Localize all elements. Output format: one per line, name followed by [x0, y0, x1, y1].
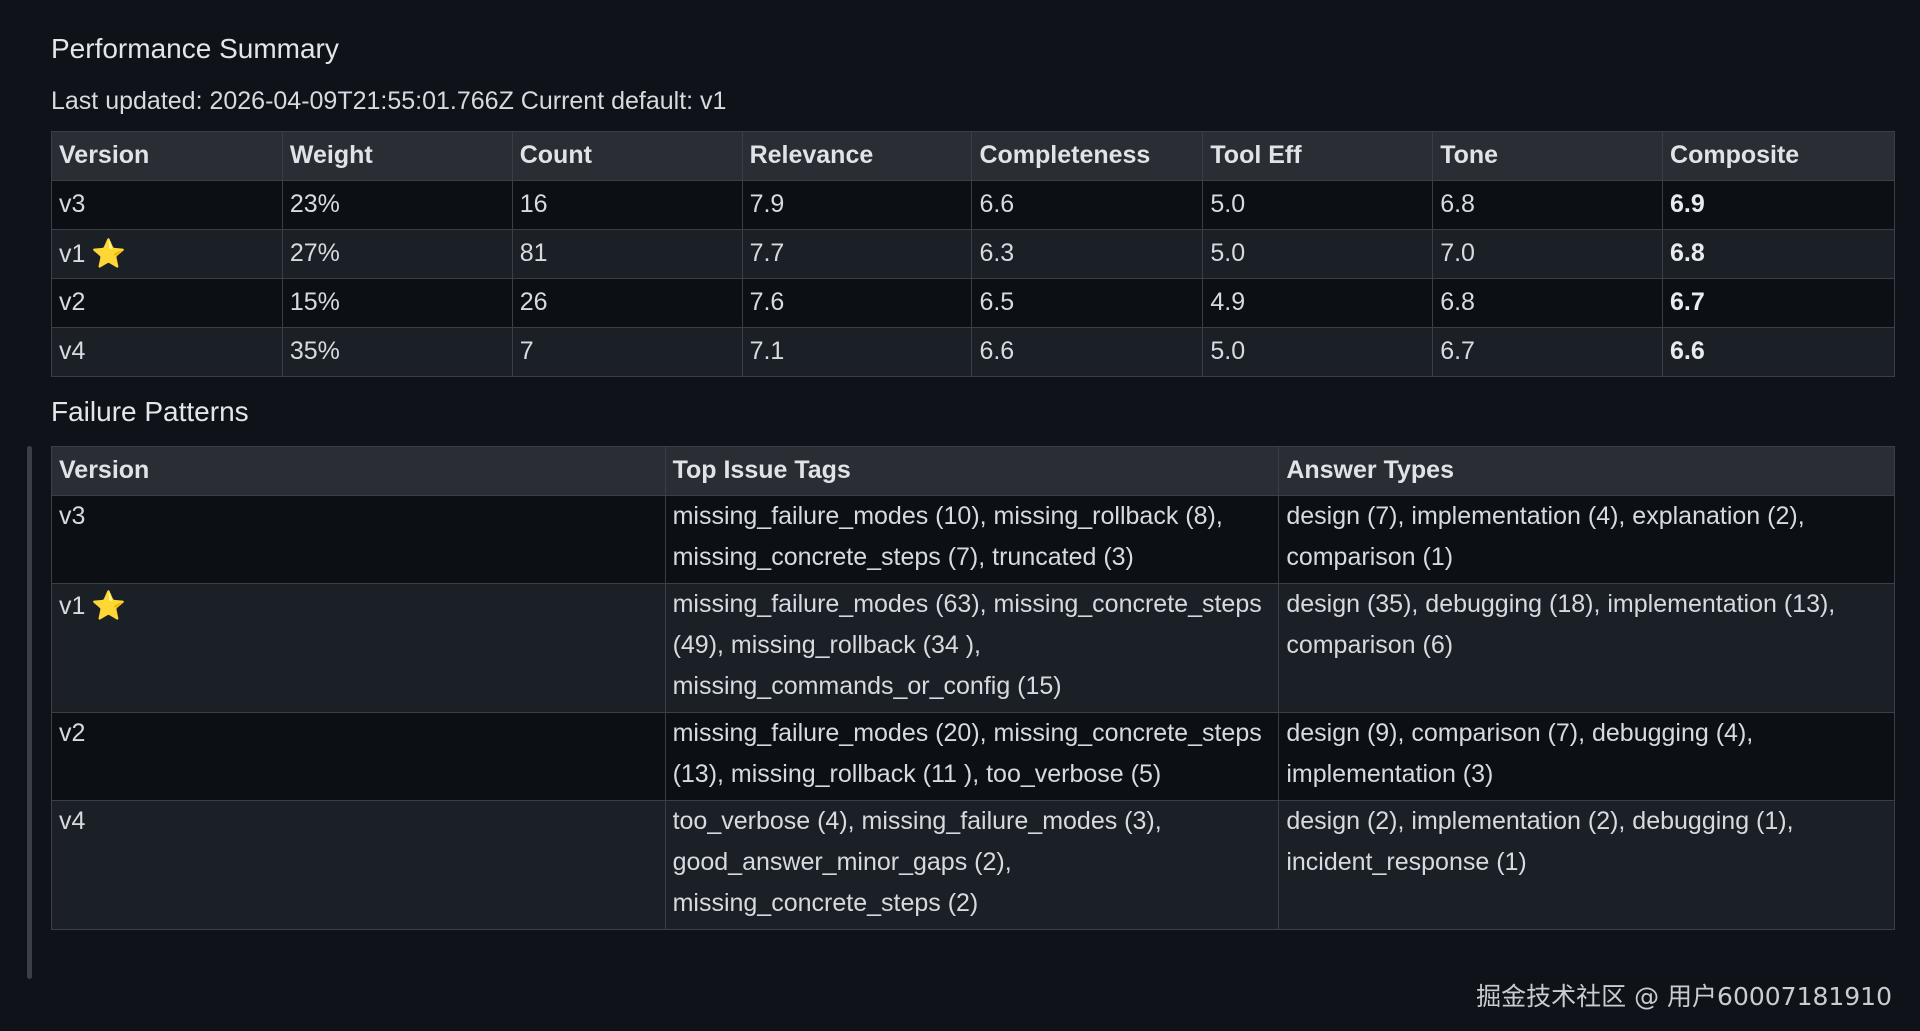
col-header-count: Count — [511, 131, 743, 181]
col-header-relevance: Relevance — [741, 131, 973, 181]
weight-cell: 15% — [281, 278, 513, 328]
count-cell: 26 — [511, 278, 743, 328]
version-cell: v1 ⭐ — [51, 229, 283, 279]
tool-eff-cell: 5.0 — [1202, 180, 1434, 230]
weight-cell: 27% — [281, 229, 513, 279]
tool-eff-cell: 5.0 — [1202, 229, 1434, 279]
version-cell: v2 — [51, 278, 283, 328]
table-row: v2 missing_failure_modes (20), missing_c… — [51, 712, 1895, 801]
weight-cell: 35% — [281, 327, 513, 377]
relevance-cell: 7.6 — [741, 278, 973, 328]
composite-cell: 6.8 — [1662, 229, 1895, 279]
col-header-top-issue-tags: Top Issue Tags — [664, 446, 1280, 496]
page: Performance Summary Last updated: 2026-0… — [0, 0, 1920, 1031]
version-cell: v4 — [51, 800, 666, 930]
version-cell: v3 — [51, 180, 283, 230]
failure-patterns-table: Version Top Issue Tags Answer Types v3 m… — [51, 446, 1895, 930]
completeness-cell: 6.6 — [971, 327, 1204, 377]
col-header-answer-types: Answer Types — [1278, 446, 1895, 496]
issue-tags-cell: missing_failure_modes (63), missing_conc… — [664, 583, 1280, 713]
tool-eff-cell: 5.0 — [1202, 327, 1434, 377]
performance-table: Version Weight Count Relevance Completen… — [51, 131, 1895, 377]
col-header-tone: Tone — [1432, 131, 1664, 181]
col-header-version: Version — [51, 446, 666, 496]
issue-tags-cell: missing_failure_modes (20), missing_conc… — [664, 712, 1280, 801]
version-label: v4 — [59, 807, 86, 835]
version-cell: v2 — [51, 712, 666, 801]
answer-types-cell: design (7), implementation (4), explanat… — [1278, 495, 1895, 584]
tone-cell: 6.7 — [1432, 327, 1664, 377]
answer-types-cell: design (9), comparison (7), debugging (4… — [1278, 712, 1895, 801]
composite-cell: 6.7 — [1662, 278, 1895, 328]
col-header-completeness: Completeness — [971, 131, 1204, 181]
performance-header-row: Version Weight Count Relevance Completen… — [51, 131, 1895, 181]
composite-cell: 6.9 — [1662, 180, 1895, 230]
col-header-weight: Weight — [281, 131, 513, 181]
completeness-cell: 6.6 — [971, 180, 1204, 230]
version-label: v1 — [59, 240, 86, 268]
relevance-cell: 7.1 — [741, 327, 973, 377]
version-label: v3 — [59, 502, 86, 530]
tone-cell: 6.8 — [1432, 278, 1664, 328]
tone-cell: 6.8 — [1432, 180, 1664, 230]
table-row: v3 23% 16 7.9 6.6 5.0 6.8 6.9 — [51, 180, 1895, 230]
table-row: v3 missing_failure_modes (10), missing_r… — [51, 495, 1895, 584]
performance-summary-title: Performance Summary — [51, 33, 339, 64]
table-row: v2 15% 26 7.6 6.5 4.9 6.8 6.7 — [51, 278, 1895, 328]
scrollbar[interactable] — [27, 446, 32, 979]
version-label: v1 — [59, 592, 86, 620]
table-row: v1 ⭐ 27% 81 7.7 6.3 5.0 7.0 6.8 — [51, 229, 1895, 279]
count-cell: 81 — [511, 229, 743, 279]
tool-eff-cell: 4.9 — [1202, 278, 1434, 328]
version-cell: v1 ⭐ — [51, 583, 666, 713]
version-label: v2 — [59, 288, 86, 316]
version-label: v3 — [59, 190, 86, 218]
col-header-tool-eff: Tool Eff — [1202, 131, 1434, 181]
default-star-icon: ⭐ — [91, 590, 127, 621]
watermark-text: 掘金技术社区 @ 用户60007181910 — [1476, 982, 1892, 1011]
failure-header-row: Version Top Issue Tags Answer Types — [51, 446, 1895, 496]
col-header-version: Version — [51, 131, 283, 181]
relevance-cell: 7.9 — [741, 180, 973, 230]
last-updated-text: Last updated: 2026-04-09T21:55:01.766Z C… — [51, 87, 727, 115]
table-row: v4 35% 7 7.1 6.6 5.0 6.7 6.6 — [51, 327, 1895, 377]
version-cell: v3 — [51, 495, 666, 584]
col-header-composite: Composite — [1662, 131, 1895, 181]
tone-cell: 7.0 — [1432, 229, 1664, 279]
table-row: v4 too_verbose (4), missing_failure_mode… — [51, 800, 1895, 930]
version-label: v2 — [59, 719, 86, 747]
count-cell: 7 — [511, 327, 743, 377]
version-cell: v4 — [51, 327, 283, 377]
table-row: v1 ⭐ missing_failure_modes (63), missing_… — [51, 583, 1895, 713]
relevance-cell: 7.7 — [741, 229, 973, 279]
weight-cell: 23% — [281, 180, 513, 230]
answer-types-cell: design (2), implementation (2), debuggin… — [1278, 800, 1895, 930]
default-star-icon: ⭐ — [91, 238, 127, 269]
failure-patterns-title: Failure Patterns — [51, 396, 249, 427]
composite-cell: 6.6 — [1662, 327, 1895, 377]
answer-types-cell: design (35), debugging (18), implementat… — [1278, 583, 1895, 713]
version-label: v4 — [59, 337, 86, 365]
issue-tags-cell: too_verbose (4), missing_failure_modes (… — [664, 800, 1280, 930]
completeness-cell: 6.3 — [971, 229, 1204, 279]
issue-tags-cell: missing_failure_modes (10), missing_roll… — [664, 495, 1280, 584]
count-cell: 16 — [511, 180, 743, 230]
completeness-cell: 6.5 — [971, 278, 1204, 328]
